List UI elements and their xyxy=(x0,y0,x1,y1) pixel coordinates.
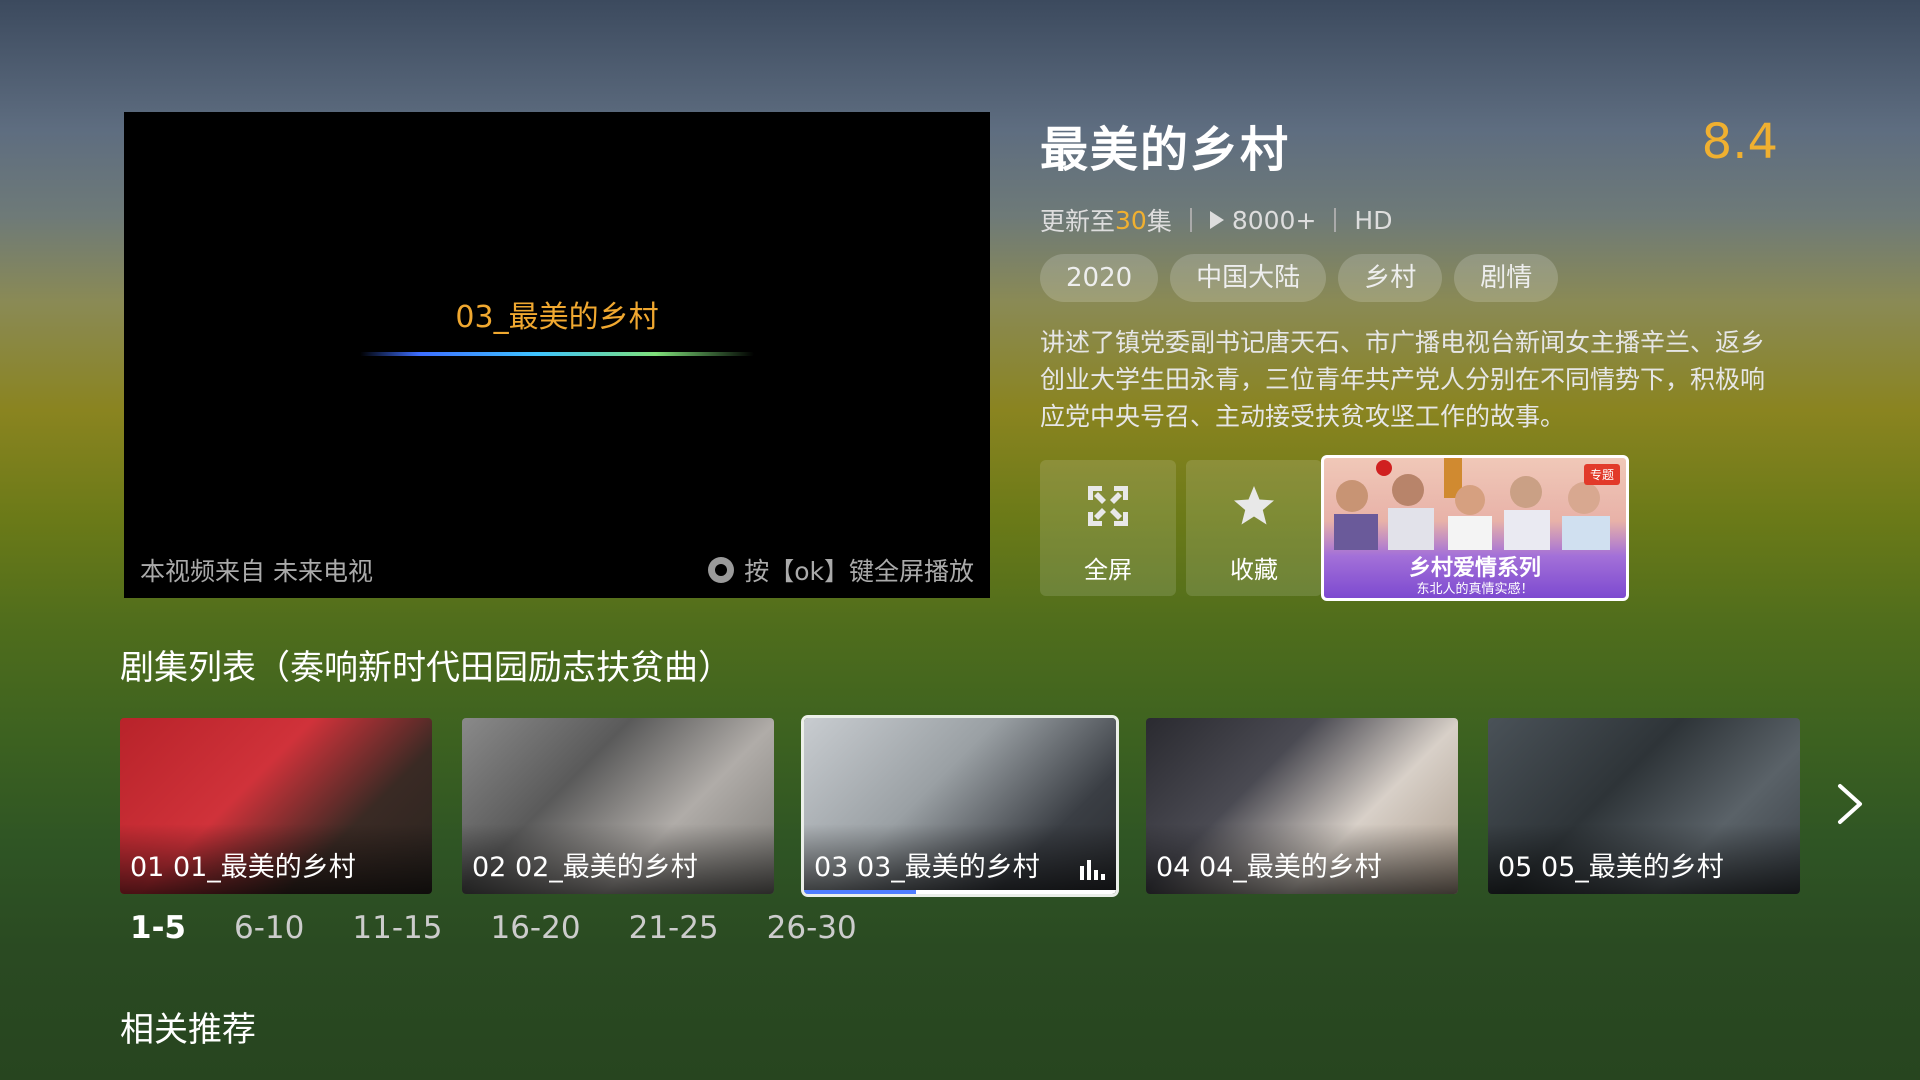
range-tab-1-5[interactable]: 1-5 xyxy=(130,910,186,946)
episode-list: 01 01_最美的乡村 02 02_最美的乡村 03 03_最美的乡村 04 0… xyxy=(120,715,1800,897)
player-episode-title: 03_最美的乡村 xyxy=(455,300,659,335)
episode-card-3[interactable]: 03 03_最美的乡村 xyxy=(801,715,1119,897)
player-loading-bar xyxy=(360,352,754,356)
favorite-label: 收藏 xyxy=(1230,556,1278,584)
show-rating: 8.4 xyxy=(1701,114,1778,170)
tag-list: 2020 中国大陆 乡村 剧情 xyxy=(1040,254,1559,302)
update-suffix: 集 xyxy=(1146,207,1172,236)
star-icon xyxy=(1234,486,1274,525)
promo-subtitle: 东北人的真情实感！ xyxy=(1416,582,1534,597)
fullscreen-icon xyxy=(1088,486,1128,526)
episode-card-5[interactable]: 05 05_最美的乡村 xyxy=(1488,718,1800,894)
episode-list-title: 剧集列表（奏响新时代田园励志扶贫曲） xyxy=(120,648,732,688)
promo-card[interactable]: 专题 乡村爱情系列 东北人的真情实感！ xyxy=(1321,455,1629,601)
player-hint-text: 按【ok】键全屏播放 xyxy=(744,557,974,586)
episode-card-1[interactable]: 01 01_最美的乡村 xyxy=(120,718,432,894)
promo-artwork xyxy=(1334,458,1610,550)
tag-region[interactable]: 中国大陆 xyxy=(1170,254,1327,302)
tag-theme[interactable]: 乡村 xyxy=(1338,254,1443,302)
show-description: 讲述了镇党委副书记唐天石、市广播电视台新闻女主播辛兰、返乡创业大学生田永青，三位… xyxy=(1040,328,1766,431)
range-tab-26-30[interactable]: 26-30 xyxy=(767,910,857,946)
quality-label: HD xyxy=(1354,205,1393,235)
player-fullscreen-hint: 按【ok】键全屏播放 xyxy=(708,552,974,588)
show-title: 最美的乡村 xyxy=(1040,122,1291,178)
episode-label: 04 04_最美的乡村 xyxy=(1156,852,1382,883)
episode-progress-track xyxy=(804,890,1116,894)
update-count: 30 xyxy=(1115,205,1147,235)
player-source-text: 本视频来自 未来电视 xyxy=(140,557,373,586)
update-prefix: 更新至 xyxy=(1040,207,1116,236)
play-count-icon xyxy=(1209,211,1224,229)
fullscreen-label: 全屏 xyxy=(1084,556,1132,584)
chevron-right-icon[interactable] xyxy=(1832,782,1868,826)
episode-label: 05 05_最美的乡村 xyxy=(1498,852,1724,883)
fullscreen-button[interactable]: 全屏 xyxy=(1040,460,1176,596)
episode-range-tabs: 1-5 6-10 11-15 16-20 21-25 26-30 xyxy=(130,910,905,946)
play-count: 8000+ xyxy=(1231,205,1317,235)
favorite-button[interactable]: 收藏 xyxy=(1186,460,1322,596)
now-playing-icon xyxy=(1080,860,1105,880)
promo-badge: 专题 xyxy=(1583,464,1620,485)
range-tab-21-25[interactable]: 21-25 xyxy=(629,910,719,946)
episode-card-2[interactable]: 02 02_最美的乡村 xyxy=(462,718,774,894)
episode-card-4[interactable]: 04 04_最美的乡村 xyxy=(1146,718,1458,894)
tag-year[interactable]: 2020 xyxy=(1040,254,1159,302)
video-player[interactable]: 03_最美的乡村 本视频来自 未来电视 按【ok】键全屏播放 xyxy=(124,112,990,598)
episode-label: 01 01_最美的乡村 xyxy=(130,852,356,883)
range-tab-16-20[interactable]: 16-20 xyxy=(490,910,580,946)
tag-genre[interactable]: 剧情 xyxy=(1454,254,1559,302)
episode-progress-fill xyxy=(804,890,917,894)
ok-key-icon xyxy=(708,557,735,583)
range-tab-6-10[interactable]: 6-10 xyxy=(234,910,304,946)
meta-divider xyxy=(1334,208,1337,232)
show-meta: 更新至 30 集 8000+ HD xyxy=(1040,202,1392,238)
meta-divider xyxy=(1189,208,1192,232)
episode-label: 02 02_最美的乡村 xyxy=(472,852,698,883)
range-tab-11-15[interactable]: 11-15 xyxy=(352,910,442,946)
related-title: 相关推荐 xyxy=(120,1010,256,1050)
episode-label: 03 03_最美的乡村 xyxy=(814,852,1040,883)
